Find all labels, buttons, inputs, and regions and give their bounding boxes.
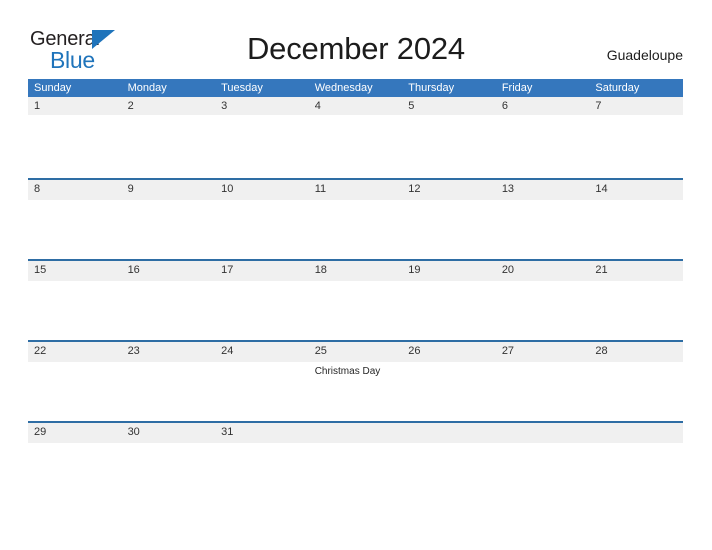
day-number-13[interactable]: 13 (496, 180, 590, 200)
day-number-9[interactable]: 9 (122, 180, 216, 200)
day-events-cell (589, 443, 683, 447)
page-header: General Blue December 2024 Guadeloupe (0, 0, 712, 79)
day-number-23[interactable]: 23 (122, 342, 216, 362)
day-events-cell (496, 115, 590, 119)
day-events-cell (215, 115, 309, 119)
day-events-cell (402, 281, 496, 285)
location-label: Guadeloupe (606, 47, 683, 63)
day-events-cell (309, 443, 403, 447)
day-events-cell (589, 281, 683, 285)
day-events-cell (28, 362, 122, 378)
day-number-6[interactable]: 6 (496, 97, 590, 115)
day-events-cell (215, 200, 309, 204)
day-cell-empty (402, 423, 496, 443)
day-number-29[interactable]: 29 (28, 423, 122, 443)
day-events-cell (215, 443, 309, 447)
day-events-cell (496, 281, 590, 285)
day-number-22[interactable]: 22 (28, 342, 122, 362)
calendar-weeks: 1 2 3 4 5 6 7 8 9 10 11 12 13 14 15 16 17 18 19 20 21 22 23 24 2… (28, 97, 683, 502)
day-of-week-header-tuesday: Tuesday (221, 82, 263, 94)
day-events-cell (28, 115, 122, 119)
day-number-7[interactable]: 7 (589, 97, 683, 115)
events-band (28, 200, 683, 204)
day-number-1[interactable]: 1 (28, 97, 122, 115)
day-events-cell: Christmas Day (309, 362, 403, 378)
day-number-15[interactable]: 15 (28, 261, 122, 281)
day-cell-empty (589, 423, 683, 443)
day-number-4[interactable]: 4 (309, 97, 403, 115)
day-events-cell (402, 200, 496, 204)
day-events-cell (28, 281, 122, 285)
day-of-week-header-friday: Friday (501, 82, 533, 94)
day-number-5[interactable]: 5 (402, 97, 496, 115)
day-cell-empty (496, 423, 590, 443)
day-number-8[interactable]: 8 (28, 180, 122, 200)
day-number-24[interactable]: 24 (215, 342, 309, 362)
day-events-cell (309, 200, 403, 204)
events-band (28, 443, 683, 447)
date-number-band: 29 30 31 (28, 421, 683, 443)
date-number-band: 8 9 10 11 12 13 14 (28, 178, 683, 200)
calendar-grid: Sunday Monday Tuesday Wednesday Thursday Frid… (28, 79, 683, 502)
day-events-cell (122, 281, 216, 285)
day-events-cell (122, 443, 216, 447)
day-number-18[interactable]: 18 (309, 261, 403, 281)
day-number-19[interactable]: 19 (402, 261, 496, 281)
events-band: Christmas Day (28, 362, 683, 378)
day-events-cell (28, 443, 122, 447)
calendar-week-row: 15 16 17 18 19 20 21 (28, 259, 683, 340)
day-of-week-header-wednesday: Wednesday (314, 82, 373, 94)
day-number-25[interactable]: 25 (309, 342, 403, 362)
date-number-band: 22 23 24 25 26 27 28 (28, 340, 683, 362)
day-number-14[interactable]: 14 (589, 180, 683, 200)
calendar-event[interactable]: Christmas Day (315, 366, 403, 378)
day-number-11[interactable]: 11 (309, 180, 403, 200)
day-events-cell (122, 115, 216, 119)
day-events-cell (496, 200, 590, 204)
calendar-week-row: 22 23 24 25 26 27 28 Christmas Day (28, 340, 683, 421)
day-number-17[interactable]: 17 (215, 261, 309, 281)
day-number-31[interactable]: 31 (215, 423, 309, 443)
date-number-band: 1234567 (28, 97, 683, 115)
day-events-cell (496, 443, 590, 447)
events-band (28, 281, 683, 285)
day-events-cell (589, 115, 683, 119)
day-number-26[interactable]: 26 (402, 342, 496, 362)
calendar-week-row: 8 9 10 11 12 13 14 (28, 178, 683, 259)
day-events-cell (402, 115, 496, 119)
day-events-cell (122, 362, 216, 378)
day-events-cell (589, 200, 683, 204)
day-of-week-header-saturday: Saturday (595, 82, 640, 94)
day-number-20[interactable]: 20 (496, 261, 590, 281)
day-events-cell (215, 281, 309, 285)
day-number-27[interactable]: 27 (496, 342, 590, 362)
day-events-cell (215, 362, 309, 378)
events-band (28, 115, 683, 119)
day-number-16[interactable]: 16 (122, 261, 216, 281)
date-number-band: 15 16 17 18 19 20 21 (28, 259, 683, 281)
day-number-21[interactable]: 21 (589, 261, 683, 281)
day-events-cell (309, 115, 403, 119)
day-events-cell (496, 362, 590, 378)
day-of-week-header-row: Sunday Monday Tuesday Wednesday Thursday Frid… (28, 79, 683, 97)
day-number-2[interactable]: 2 (122, 97, 216, 115)
day-number-30[interactable]: 30 (122, 423, 216, 443)
day-number-28[interactable]: 28 (589, 342, 683, 362)
day-events-cell (589, 362, 683, 378)
calendar-week-row: 29 30 31 (28, 421, 683, 502)
day-events-cell (309, 281, 403, 285)
day-of-week-header-sunday: Sunday (34, 82, 72, 94)
day-number-3[interactable]: 3 (215, 97, 309, 115)
day-of-week-header-thursday: Thursday (408, 82, 455, 94)
day-number-12[interactable]: 12 (402, 180, 496, 200)
day-events-cell (402, 362, 496, 378)
day-of-week-header-monday: Monday (127, 82, 167, 94)
day-events-cell (122, 200, 216, 204)
day-cell-empty (309, 423, 403, 443)
page-title: December 2024 (247, 31, 465, 66)
day-number-10[interactable]: 10 (215, 180, 309, 200)
day-events-cell (28, 200, 122, 204)
calendar-week-row: 1234567 (28, 97, 683, 178)
day-events-cell (402, 443, 496, 447)
